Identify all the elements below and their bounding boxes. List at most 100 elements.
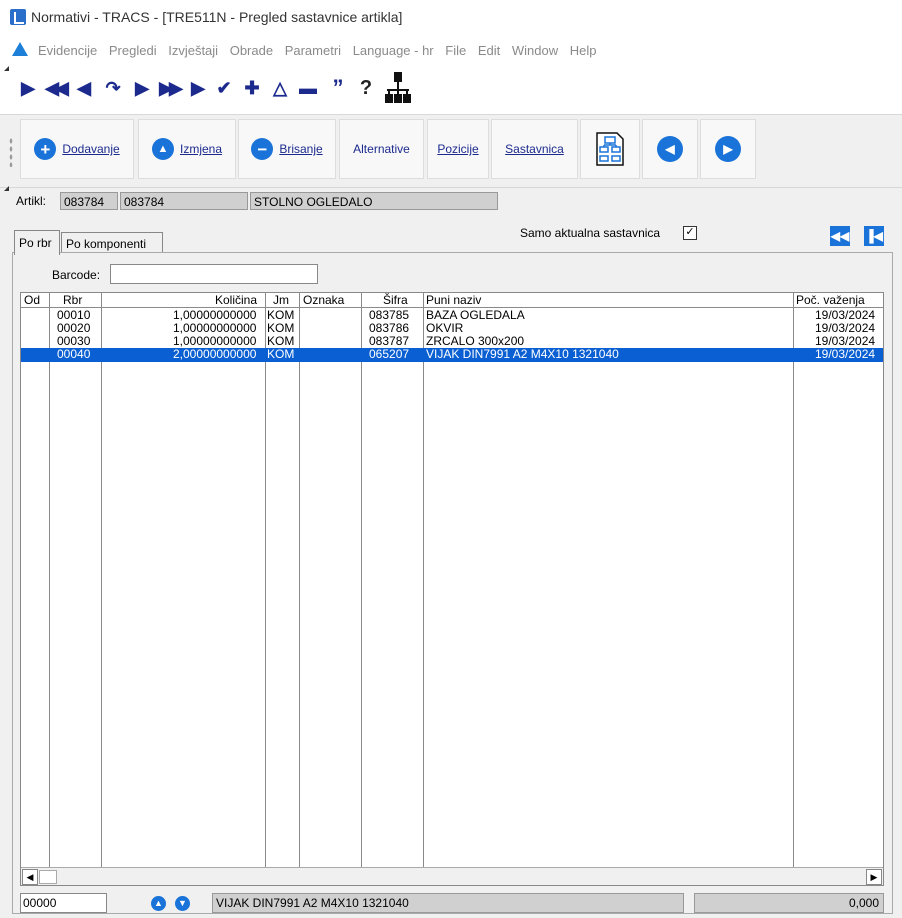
first-page-icon[interactable]: ◀◀ [830,226,850,246]
last-record-icon[interactable]: ▶ [188,74,208,102]
add-circle-icon: + [34,138,57,160]
left-circle-icon: ◀ [657,136,683,162]
alternative-label: Alternative [353,142,410,156]
hierarchy-tree-svg [385,72,411,103]
app-icon [10,9,26,25]
artikl-code2-field: 083784 [120,192,248,210]
toolbar-grip-dots-icon [9,137,13,167]
brisanje-label: Brisanje [279,142,323,156]
menu-parametri[interactable]: Parametri [285,43,341,58]
sastavnica-label: Sastavnica [505,142,564,156]
artikl-label: Artikl: [16,194,46,208]
menu-file[interactable]: File [445,43,466,58]
cell-jm: KOM [267,347,295,361]
next-record-icon[interactable]: ▶ [132,74,152,102]
previous-button[interactable]: ◀ [642,119,698,179]
samo-aktualna-label: Samo aktualna sastavnica [520,226,661,240]
refresh-icon[interactable]: ↷ [102,74,124,102]
structure-diagram-icon [596,132,624,166]
menu-language[interactable]: Language - hr [353,43,434,58]
first-record-blue-icon[interactable]: ▐◀ [864,226,884,246]
col-divider [793,293,794,867]
pozicije-button[interactable]: Pozicije [427,119,489,179]
col-header-rbr[interactable]: Rbr [63,293,82,307]
col-header-od[interactable]: Od [24,293,40,307]
cell-rbr: 00040 [57,347,91,361]
status-description: VIJAK DIN7991 A2 M4X10 1321040 [212,893,684,913]
izmjena-button[interactable]: ▲ Izmjena [138,119,236,179]
col-divider [361,293,362,867]
minus-circle-icon: − [251,138,274,160]
col-header-poc-vazenja[interactable]: Poč. važenja [796,293,865,307]
hierarchy-tree-icon[interactable] [383,70,413,106]
confirm-check-icon[interactable]: ✔ [212,74,236,102]
col-header-oznaka[interactable]: Oznaka [303,293,344,307]
horizontal-scrollbar[interactable]: ◀ ▶ [21,867,883,885]
artikl-name-field: STOLNO OGLEDALO [250,192,498,210]
menu-obrade[interactable]: Obrade [230,43,273,58]
menu-pregledi[interactable]: Pregledi [109,43,157,58]
components-grid[interactable]: Od Rbr Količina Jm Oznaka Šifra Puni naz… [20,292,884,886]
samo-aktualna-checkbox[interactable]: ✓ [683,226,697,240]
col-divider [101,293,102,867]
up-arrow-icon[interactable]: ▲ [151,896,166,911]
dodavanje-label: Dodavanje [62,142,120,156]
cell-pocetak: 19/03/2024 [815,347,876,361]
next-page-icon[interactable]: ▶▶ [156,74,183,102]
delete-minus-icon[interactable]: ▬ [296,74,320,102]
col-divider [423,293,424,867]
artikl-code-field: 083784 [60,192,118,210]
action-toolbar: + Dodavanje ▲ Izmjena − Brisanje Alterna… [0,114,902,188]
prev-page-icon[interactable]: ◀◀ [42,74,69,102]
cell-kolicina: 2,00000000000 [173,347,257,361]
prev-record-icon[interactable]: ◀ [74,74,94,102]
brisanje-button[interactable]: − Brisanje [238,119,336,179]
add-plus-icon[interactable]: ✚ [240,74,264,102]
menu-bar: Evidencije Pregledi Izvještaji Obrade Pa… [0,34,902,64]
edit-triangle-icon[interactable]: △ [268,74,292,102]
structure-diagram-button[interactable] [580,119,640,179]
next-button[interactable]: ▶ [700,119,756,179]
down-arrow-icon[interactable]: ▼ [175,896,190,911]
menu-items: Evidencije Pregledi Izvještaji Obrade Pa… [38,43,605,58]
menu-evidencije[interactable]: Evidencije [38,43,97,58]
title-bar: Normativi - TRACS - [TRE511N - Pregled s… [0,0,902,34]
status-input[interactable]: 00000 [20,893,107,913]
menu-window[interactable]: Window [512,43,558,58]
quote-icon[interactable]: ” [326,74,350,102]
cell-sifra: 065207 [369,347,410,361]
tab-po-rbr[interactable]: Po rbr [14,230,60,255]
cell-naziv: VIJAK DIN7991 A2 M4X10 1321040 [426,347,619,361]
menu-help[interactable]: Help [570,43,597,58]
scroll-left-icon[interactable]: ◀ [22,869,38,885]
col-header-sifra[interactable]: Šifra [383,293,408,307]
form-grip-icon [4,186,9,191]
help-question-icon[interactable]: ? [354,74,378,102]
col-header-puni-naziv[interactable]: Puni naziv [426,293,481,307]
col-divider [299,293,300,867]
tab-po-komponenti[interactable]: Po komponenti [61,232,163,254]
barcode-input[interactable] [110,264,318,284]
tracs-logo-icon [12,42,28,56]
col-divider [49,293,50,867]
window-title: Normativi - TRACS - [TRE511N - Pregled s… [31,9,403,25]
izmjena-label: Izmjena [179,142,223,156]
col-header-kolicina[interactable]: Količina [215,293,257,307]
up-circle-icon: ▲ [151,138,174,160]
dodavanje-button[interactable]: + Dodavanje [20,119,134,179]
scroll-thumb[interactable] [39,870,57,884]
barcode-label: Barcode: [52,268,101,282]
menu-edit[interactable]: Edit [478,43,500,58]
menu-izvjestaji[interactable]: Izvještaji [168,43,218,58]
toolbar-grip-icon [4,66,9,71]
pozicije-label: Pozicije [437,142,479,156]
col-header-jm[interactable]: Jm [273,293,289,307]
table-row-selected[interactable]: 00040 2,00000000000 KOM 065207 VIJAK DIN… [21,348,883,362]
alternative-button[interactable]: Alternative [339,119,424,179]
navigation-toolbar: ▶ ◀◀ ◀ ↷ ▶ ▶▶ ▶ ✔ ✚ △ ▬ ” ? [0,64,902,114]
first-record-icon[interactable]: ▶ [18,74,38,102]
sastavnica-button[interactable]: Sastavnica [491,119,578,179]
right-circle-icon: ▶ [715,136,741,162]
col-divider [265,293,266,867]
scroll-right-icon[interactable]: ▶ [866,869,882,885]
